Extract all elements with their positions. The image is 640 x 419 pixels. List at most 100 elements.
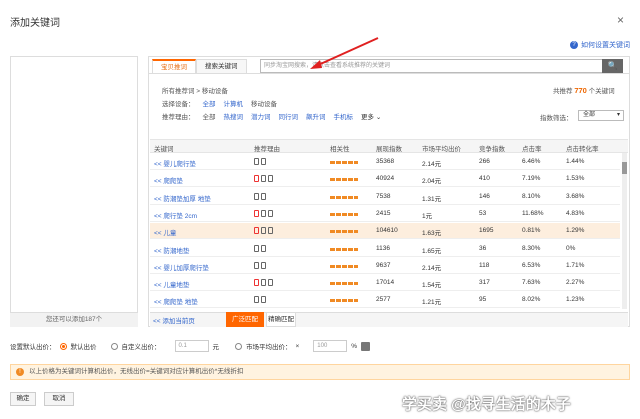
- remaining-count: 您还可以添加187个: [10, 312, 138, 327]
- keyword-cell[interactable]: << 爬爬垫 地垫: [154, 296, 198, 306]
- reason-peer[interactable]: 同行词: [279, 111, 299, 121]
- competition-cell: 118: [479, 261, 490, 269]
- relevance-bar: [330, 299, 358, 303]
- ctr-cell: 8.02%: [522, 296, 541, 304]
- keyword-cell[interactable]: << 爬行垫 2cm: [154, 210, 197, 220]
- avg-bid-cell: 2.14元: [422, 264, 442, 272]
- col-ctr[interactable]: 点击率: [522, 143, 542, 153]
- cvr-cell: 1.71%: [566, 261, 585, 269]
- dialog-title: 添加关键词: [10, 18, 60, 29]
- hot-icon: [254, 209, 259, 217]
- unit-percent: %: [351, 342, 358, 350]
- table-row[interactable]: << 婴儿爬行垫 35368 2.14元 266 6.46% 1.44%: [150, 154, 620, 170]
- mobile-icon: [261, 227, 266, 235]
- reason-potential[interactable]: 潜力词: [251, 111, 271, 121]
- custom-bid-input[interactable]: 0.1: [174, 340, 209, 352]
- mobile-icon: [261, 175, 266, 183]
- table-row[interactable]: << 儿童 104610 1.63元 1695 0.81% 1.29%: [150, 223, 620, 240]
- close-icon[interactable]: ×: [617, 13, 624, 27]
- impressions-cell: 1136: [376, 244, 390, 252]
- cancel-button[interactable]: 取消: [44, 392, 74, 406]
- table-row[interactable]: << 爬爬垫 地垫 2577 1.21元 95 8.02% 1.23%: [150, 292, 620, 309]
- search-icon[interactable]: 🔍: [602, 59, 623, 73]
- ctr-cell: 7.19%: [522, 175, 541, 183]
- default-bid-row: 设置默认出价： 默认出价 自定义出价： 0.1 元 市场平均出价： × 100 …: [10, 340, 371, 352]
- calculator-icon[interactable]: [361, 341, 371, 351]
- cvr-cell: 1.23%: [566, 296, 585, 304]
- scrollbar-thumb[interactable]: [622, 162, 627, 174]
- keyword-cell[interactable]: << 婴儿爬行垫: [154, 158, 196, 168]
- notice-text: 以上价格为关键词计算机出价，无线出价=关键词对应计算机出价*无线折扣: [29, 368, 244, 375]
- impressions-cell: 17014: [376, 279, 395, 287]
- table-row[interactable]: << 爬爬垫 40924 2.04元 410 7.19% 1.53%: [150, 171, 620, 188]
- table-row[interactable]: << 防潮地垫 1136 1.65元 36 8.30% 0%: [150, 241, 620, 257]
- more-dropdown[interactable]: 更多 ⌄: [361, 111, 381, 121]
- radio-default-bid-label: 默认出价: [70, 344, 97, 351]
- relevance-bar: [330, 161, 358, 164]
- breadcrumb-all[interactable]: 所有推荐词: [162, 88, 195, 95]
- device-all[interactable]: 全部: [203, 98, 216, 108]
- table-header: 关键词 推荐理由 相关性 展现指数 市场平均出价 竞争指数 点击率 点击转化率: [150, 139, 628, 153]
- mobile-icon: [254, 244, 259, 252]
- competition-cell: 53: [479, 209, 487, 217]
- mobile-icon: [254, 296, 259, 304]
- tab-search-keywords[interactable]: 搜索关键词: [196, 59, 247, 73]
- radio-market-bid[interactable]: [235, 342, 242, 350]
- relevance-bar: [330, 230, 358, 234]
- document-icon: [261, 296, 266, 304]
- avg-bid-cell: 1.21元: [422, 299, 442, 307]
- keyword-cell[interactable]: << 防潮垫加厚 地垫: [154, 193, 211, 203]
- index-filter-label: 指数筛选：: [540, 115, 573, 122]
- table-footer: [150, 312, 628, 327]
- keyword-cell[interactable]: << 儿童: [154, 227, 176, 237]
- impressions-cell: 35368: [376, 158, 395, 165]
- document-icon: [261, 192, 266, 200]
- broad-match-button[interactable]: 广泛匹配: [226, 312, 264, 327]
- tab-item-recommend[interactable]: 宝贝推词: [152, 59, 196, 73]
- radio-custom-bid[interactable]: [110, 342, 118, 350]
- avg-bid-cell: 1.65元: [422, 247, 442, 255]
- cvr-cell: 0%: [566, 244, 576, 252]
- ctr-cell: 6.53%: [522, 261, 541, 269]
- reason-icons: [254, 175, 275, 183]
- col-avg-bid[interactable]: 市场平均出价: [422, 143, 461, 153]
- radio-default-bid[interactable]: [59, 342, 67, 350]
- reason-mobile[interactable]: 手机标: [334, 111, 354, 121]
- keyword-cell[interactable]: << 婴儿加厚爬行垫: [154, 262, 209, 272]
- table-row[interactable]: << 防潮垫加厚 地垫 7538 1.31元 146 8.10% 3.68%: [150, 189, 620, 205]
- col-impressions[interactable]: 展现指数: [376, 143, 402, 153]
- col-relevance: 相关性: [330, 146, 350, 153]
- index-filter-select[interactable]: 全部 ▾: [578, 110, 624, 121]
- reason-hot[interactable]: 热搜词: [224, 111, 244, 121]
- table-row[interactable]: << 儿童地垫 17014 1.54元 317 7.63% 2.27%: [150, 275, 620, 292]
- document-icon: [268, 227, 273, 235]
- device-filter: 选择设备： 全部 计算机 移动设备: [162, 98, 277, 108]
- help-link[interactable]: ? 如何设置关键词: [570, 40, 630, 50]
- col-competition[interactable]: 竞争指数: [479, 143, 505, 153]
- exact-match-button[interactable]: 精确匹配: [266, 312, 296, 327]
- relevance-bar: [330, 195, 358, 199]
- device-pc[interactable]: 计算机: [224, 98, 244, 108]
- ctr-cell: 7.63%: [522, 279, 541, 287]
- keyword-cell[interactable]: << 防潮地垫: [154, 245, 189, 255]
- impressions-cell: 104610: [376, 227, 398, 235]
- col-cvr[interactable]: 点击转化率: [566, 143, 599, 153]
- reason-all[interactable]: 全部: [203, 111, 216, 121]
- keyword-cell[interactable]: << 儿童地垫: [154, 279, 189, 289]
- table-row[interactable]: << 婴儿加厚爬行垫 9637 2.14元 118 6.53% 1.71%: [150, 258, 620, 274]
- table-row[interactable]: << 爬行垫 2cm 2415 1元 53 11.68% 4.83%: [150, 206, 620, 222]
- impressions-cell: 7538: [376, 192, 391, 200]
- reason-rising[interactable]: 飙升词: [306, 111, 326, 121]
- scrollbar[interactable]: [622, 153, 627, 309]
- confirm-button[interactable]: 确定: [10, 392, 36, 406]
- avg-bid-cell: 1元: [422, 212, 433, 220]
- relevance-bar: [330, 247, 358, 251]
- percent-input[interactable]: 100: [313, 340, 348, 352]
- reason-icons: [254, 158, 268, 165]
- add-page-button[interactable]: << 添加当前页: [153, 315, 195, 325]
- device-mobile[interactable]: 移动设备: [251, 98, 277, 108]
- keyword-cell[interactable]: << 爬爬垫: [154, 175, 183, 185]
- impressions-cell: 2577: [376, 296, 391, 304]
- mobile-icon: [254, 192, 259, 200]
- red-arrow-annotation: [310, 37, 379, 69]
